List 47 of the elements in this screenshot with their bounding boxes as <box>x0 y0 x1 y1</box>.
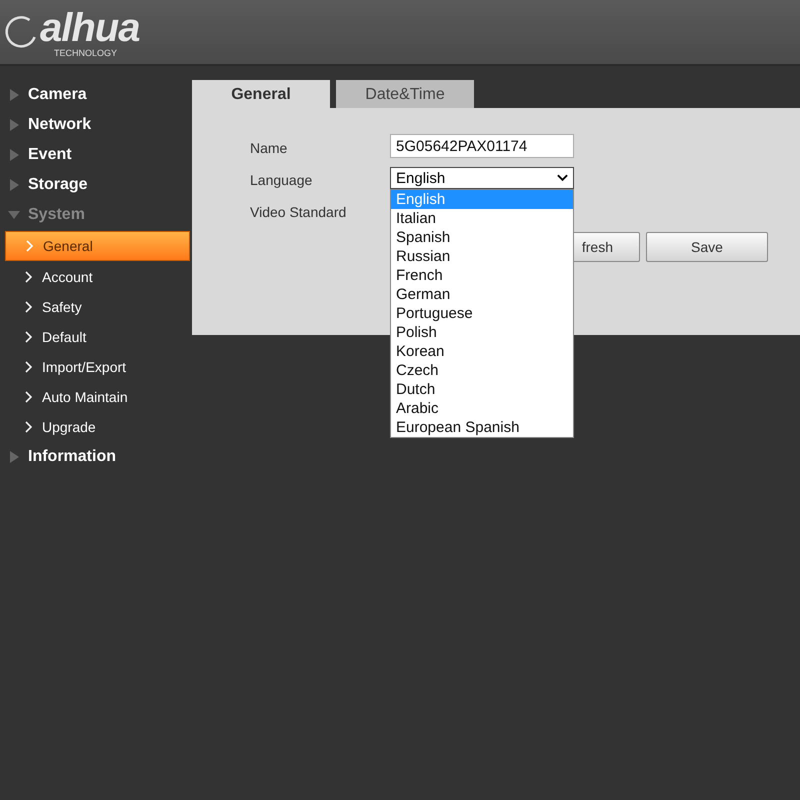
submenu-item[interactable]: Import/Export <box>5 353 190 381</box>
dropdown-option[interactable]: Arabic <box>391 399 573 418</box>
logo-text: alhua <box>40 8 140 48</box>
tab[interactable]: Date&Time <box>336 80 474 108</box>
field-label: Name <box>250 139 288 158</box>
dropdown-option[interactable]: Polish <box>391 323 573 342</box>
field-label: Language <box>250 171 314 190</box>
submenu-item[interactable]: Safety <box>5 293 190 321</box>
dropdown-option[interactable]: European Spanish <box>391 418 573 437</box>
save-button[interactable]: Save <box>646 232 768 262</box>
tab[interactable]: General <box>192 80 330 108</box>
dropdown-option[interactable]: Italian <box>391 209 573 228</box>
chevron-icon <box>25 271 33 283</box>
dropdown-option[interactable]: Portuguese <box>391 304 573 323</box>
collapse-triangle-icon[interactable] <box>8 209 20 221</box>
expand-triangle-icon[interactable] <box>8 119 20 131</box>
dropdown-option[interactable]: German <box>391 285 573 304</box>
expand-triangle-icon[interactable] <box>8 89 20 101</box>
caret-icon <box>557 174 568 182</box>
chevron-icon <box>25 331 33 343</box>
menu-item[interactable]: Event <box>28 146 72 164</box>
menu-item[interactable]: System <box>28 206 85 224</box>
menu-item[interactable]: Camera <box>28 86 87 104</box>
dropdown-option[interactable]: Czech <box>391 361 573 380</box>
submenu-item[interactable]: Account <box>5 263 190 291</box>
submenu-item[interactable]: Default <box>5 323 190 351</box>
expand-triangle-icon[interactable] <box>8 179 20 191</box>
logo-tagline: TECHNOLOGY <box>54 48 118 58</box>
submenu-item[interactable]: General <box>5 231 190 261</box>
language-select[interactable]: English <box>390 167 574 189</box>
chevron-icon <box>26 240 34 252</box>
expand-triangle-icon[interactable] <box>8 149 20 161</box>
dropdown-option[interactable]: French <box>391 266 573 285</box>
expand-triangle-icon[interactable] <box>8 451 20 463</box>
menu-item[interactable]: Information <box>28 448 116 466</box>
dropdown-option[interactable]: Korean <box>391 342 573 361</box>
chevron-icon <box>25 301 33 313</box>
dropdown-option[interactable]: Dutch <box>391 380 573 399</box>
submenu-item[interactable]: Upgrade <box>5 413 190 441</box>
chevron-icon <box>25 421 33 433</box>
submenu-item[interactable]: Auto Maintain <box>5 383 190 411</box>
name-field[interactable]: 5G05642PAX01174 <box>390 134 574 158</box>
menu-item[interactable]: Storage <box>28 176 88 194</box>
field-label: Video Standard <box>250 203 348 222</box>
chevron-icon <box>25 391 33 403</box>
menu-item[interactable]: Network <box>28 116 92 134</box>
chevron-icon <box>25 361 33 373</box>
